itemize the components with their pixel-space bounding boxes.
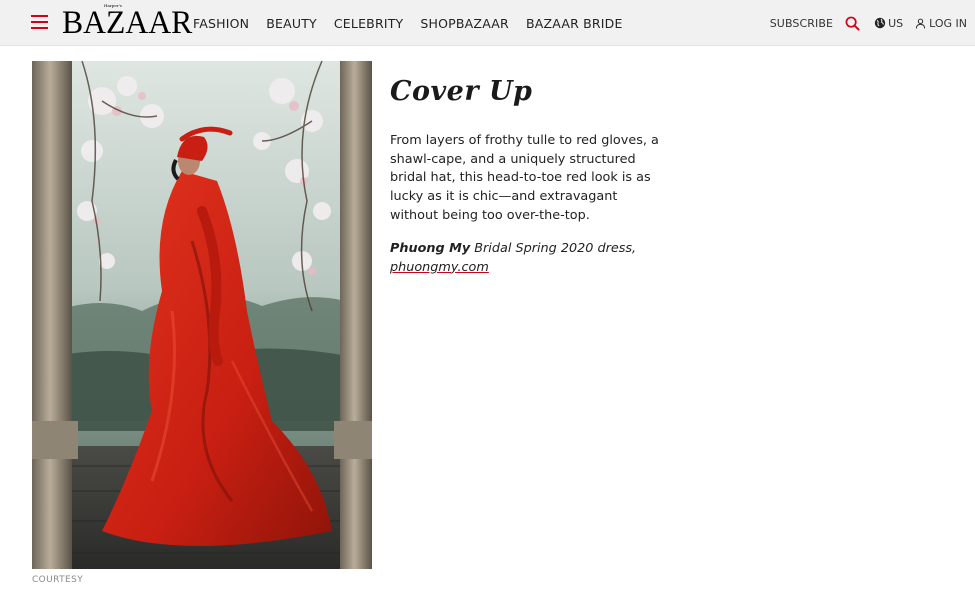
login-link[interactable]: LOG IN	[915, 17, 967, 30]
red-dress-photo	[32, 61, 372, 569]
region-selector[interactable]: US	[874, 17, 903, 30]
user-icon	[915, 18, 926, 29]
main-nav: FASHION BEAUTY CELEBRITY SHOPBAZAAR BAZA…	[193, 16, 640, 32]
site-logo[interactable]: BAZAAR	[62, 5, 192, 41]
credit-description: Bridal Spring 2020 dress,	[470, 241, 637, 256]
nav-shopbazaar[interactable]: SHOPBAZAAR	[420, 16, 509, 32]
region-label: US	[888, 16, 904, 30]
nav-beauty[interactable]: BEAUTY	[266, 16, 317, 32]
article-image	[32, 61, 372, 569]
header-tools: SUBSCRIBE US LOG IN	[770, 14, 967, 32]
article-title: Cover Up	[390, 76, 533, 107]
retailer-link[interactable]: phuongmy.com	[390, 260, 489, 275]
site-header: BAZAAR Harper's FASHION BEAUTY CELEBRITY…	[0, 0, 975, 46]
article-body: From layers of frothy tulle to red glove…	[390, 133, 659, 223]
nav-celebrity[interactable]: CELEBRITY	[334, 16, 404, 32]
search-icon[interactable]	[845, 16, 860, 31]
hamburger-icon[interactable]	[31, 14, 49, 30]
subscribe-link[interactable]: SUBSCRIBE	[770, 17, 833, 30]
credit-brand: Phuong My	[390, 241, 471, 256]
logo-tagline: Harper's	[104, 3, 122, 8]
login-label: LOG IN	[929, 16, 967, 30]
image-caption: COURTESY	[32, 575, 84, 585]
globe-icon	[874, 17, 886, 29]
product-credit: Phuong My Bridal Spring 2020 dress, phuo…	[390, 240, 660, 277]
nav-fashion[interactable]: FASHION	[193, 16, 249, 32]
nav-bazaar-bride[interactable]: BAZAAR BRIDE	[526, 16, 623, 32]
